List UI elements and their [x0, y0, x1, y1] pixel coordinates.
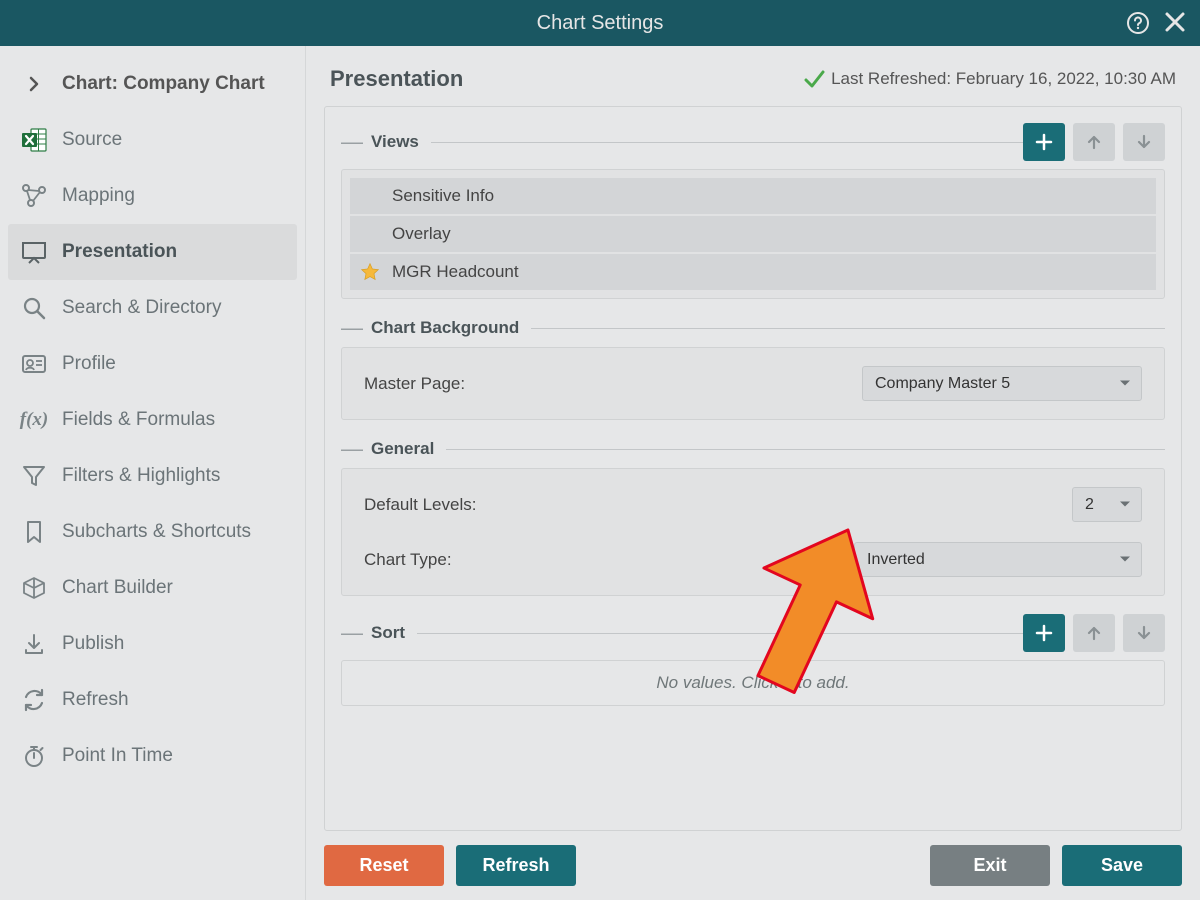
- move-sort-down-button[interactable]: [1123, 614, 1165, 652]
- views-section-label: Views: [371, 132, 419, 152]
- sidebar-item-label: Subcharts & Shortcuts: [62, 521, 251, 543]
- search-icon: [20, 294, 48, 322]
- sidebar-item-search[interactable]: Search & Directory: [8, 280, 297, 336]
- excel-icon: [20, 126, 48, 154]
- view-row[interactable]: MGR Headcount: [350, 254, 1156, 290]
- reset-button[interactable]: Reset: [324, 845, 444, 886]
- sidebar-item-label: Refresh: [62, 689, 129, 711]
- sidebar-item-label: Fields & Formulas: [62, 409, 215, 431]
- sort-section-label: Sort: [371, 623, 405, 643]
- sidebar-item-subcharts[interactable]: Subcharts & Shortcuts: [8, 504, 297, 560]
- add-sort-button[interactable]: [1023, 614, 1065, 652]
- chartbg-section-label: Chart Background: [371, 318, 519, 338]
- general-section-label: General: [371, 439, 434, 459]
- presentation-icon: [20, 238, 48, 266]
- view-row-label: MGR Headcount: [392, 262, 519, 282]
- sidebar-item-fields[interactable]: f(x) Fields & Formulas: [8, 392, 297, 448]
- formula-icon: f(x): [20, 406, 48, 434]
- chart-type-select[interactable]: Inverted: [854, 542, 1142, 577]
- sidebar-chart-title[interactable]: Chart: Company Chart: [8, 56, 297, 112]
- master-page-label: Master Page:: [364, 374, 465, 394]
- refresh-icon: [20, 686, 48, 714]
- sidebar-item-label: Profile: [62, 353, 116, 375]
- sidebar-top-label: Chart: Company Chart: [62, 73, 265, 95]
- chevron-right-icon: [20, 70, 48, 98]
- sidebar-item-profile[interactable]: Profile: [8, 336, 297, 392]
- mapping-icon: [20, 182, 48, 210]
- add-view-button[interactable]: [1023, 123, 1065, 161]
- main-header: Presentation Last Refreshed: February 16…: [306, 46, 1200, 106]
- sidebar: Chart: Company Chart Source Mapping Pres…: [0, 46, 306, 900]
- filter-icon: [20, 462, 48, 490]
- publish-icon: [20, 630, 48, 658]
- last-refreshed-text: Last Refreshed: February 16, 2022, 10:30…: [831, 69, 1176, 89]
- sidebar-item-label: Source: [62, 129, 122, 151]
- sidebar-item-label: Presentation: [62, 241, 177, 263]
- save-button[interactable]: Save: [1062, 845, 1182, 886]
- default-levels-label: Default Levels:: [364, 495, 476, 515]
- help-icon[interactable]: [1126, 11, 1150, 35]
- sidebar-item-refresh[interactable]: Refresh: [8, 672, 297, 728]
- view-row[interactable]: Sensitive Info: [350, 178, 1156, 214]
- sidebar-item-label: Filters & Highlights: [62, 465, 220, 487]
- cube-icon: [20, 574, 48, 602]
- sidebar-item-label: Search & Directory: [62, 297, 221, 319]
- sidebar-item-publish[interactable]: Publish: [8, 616, 297, 672]
- sidebar-item-label: Mapping: [62, 185, 135, 207]
- view-row-label: Overlay: [392, 224, 451, 244]
- page-title: Presentation: [330, 66, 463, 92]
- default-levels-select[interactable]: 2: [1072, 487, 1142, 522]
- checkmark-icon: [803, 68, 825, 90]
- sidebar-item-label: Point In Time: [62, 745, 173, 767]
- exit-button[interactable]: Exit: [930, 845, 1050, 886]
- bookmark-icon: [20, 518, 48, 546]
- sidebar-item-label: Chart Builder: [62, 577, 173, 599]
- master-page-select[interactable]: Company Master 5: [862, 366, 1142, 401]
- sidebar-item-chartbuilder[interactable]: Chart Builder: [8, 560, 297, 616]
- close-icon[interactable]: [1164, 11, 1186, 35]
- refresh-button[interactable]: Refresh: [456, 845, 576, 886]
- view-row-label: Sensitive Info: [392, 186, 494, 206]
- sidebar-item-mapping[interactable]: Mapping: [8, 168, 297, 224]
- sidebar-item-pointintime[interactable]: Point In Time: [8, 728, 297, 784]
- window-title: Chart Settings: [537, 12, 664, 35]
- sort-empty-message: No values. Click + to add.: [341, 660, 1165, 706]
- sidebar-item-source[interactable]: Source: [8, 112, 297, 168]
- stopwatch-icon: [20, 742, 48, 770]
- view-row[interactable]: Overlay: [350, 216, 1156, 252]
- move-sort-up-button[interactable]: [1073, 614, 1115, 652]
- move-view-up-button[interactable]: [1073, 123, 1115, 161]
- star-icon: [360, 262, 380, 282]
- sidebar-item-label: Publish: [62, 633, 124, 655]
- move-view-down-button[interactable]: [1123, 123, 1165, 161]
- titlebar: Chart Settings: [0, 0, 1200, 46]
- profile-icon: [20, 350, 48, 378]
- chart-type-label: Chart Type:: [364, 550, 452, 570]
- sidebar-item-presentation[interactable]: Presentation: [8, 224, 297, 280]
- sidebar-item-filters[interactable]: Filters & Highlights: [8, 448, 297, 504]
